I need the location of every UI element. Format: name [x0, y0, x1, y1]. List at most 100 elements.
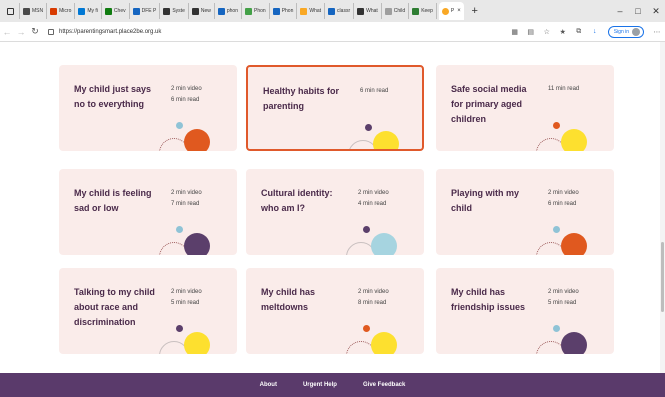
decorative-circle — [371, 233, 397, 255]
card-meta-line: 11 min read — [548, 86, 580, 92]
decorative-circle — [561, 233, 587, 255]
url-text: https://parentingsmart.place2be.org.uk — [59, 28, 162, 35]
tab-label: classr — [337, 8, 351, 14]
scrollbar[interactable] — [660, 42, 665, 373]
new-tab-icon[interactable]: + — [466, 5, 484, 17]
tab-favicon-icon — [357, 7, 365, 15]
qr-code-icon[interactable]: ▦ — [507, 28, 523, 36]
tab-label: DFE P — [141, 8, 157, 14]
tab-favicon-icon — [328, 7, 336, 15]
decorative-dot — [553, 325, 560, 332]
url-field[interactable]: https://parentingsmart.place2be.org.uk — [48, 25, 277, 39]
card-meta-line: 5 min read — [548, 300, 577, 306]
tab-label: Child — [393, 8, 406, 14]
address-bar: ← → ↻ https://parentingsmart.place2be.or… — [0, 22, 665, 42]
article-card[interactable]: Talking to my child about race and discr… — [59, 268, 237, 354]
scrollbar-thumb[interactable] — [661, 242, 664, 312]
avatar-icon — [632, 27, 641, 36]
card-title: Healthy habits for parenting — [263, 86, 340, 111]
browser-tab[interactable]: DFE P — [130, 3, 161, 19]
close-window-icon[interactable]: ✕ — [647, 6, 665, 17]
tab-favicon-icon — [272, 7, 280, 15]
download-icon[interactable]: ↓ — [587, 28, 603, 35]
browser-tab[interactable]: Chev — [102, 3, 130, 19]
more-menu-icon[interactable]: ⋯ — [649, 28, 665, 36]
card-meta-line: 2 min video — [171, 86, 202, 92]
favorites-icon[interactable]: ★ — [555, 28, 571, 36]
sign-in-button[interactable]: Sign in — [607, 25, 645, 38]
tab-actions-icon[interactable] — [4, 3, 20, 19]
card-meta-line: 6 min read — [548, 201, 577, 207]
browser-tab[interactable]: What — [354, 3, 382, 19]
decorative-dot — [363, 226, 370, 233]
collections-icon[interactable]: ⧉ — [571, 28, 587, 36]
card-title: My child just says no to everything — [74, 84, 152, 109]
tab-label: phon — [226, 8, 238, 14]
card-meta-line: 6 min read — [360, 88, 389, 94]
card-meta: 2 min video 4 min read — [358, 188, 389, 210]
article-card[interactable]: Healthy habits for parenting 6 min read — [246, 65, 424, 151]
tab-label: What — [309, 8, 322, 14]
footer-link-give-feedback[interactable]: Give Feedback — [363, 382, 405, 388]
tab-label: What — [366, 8, 378, 14]
article-card[interactable]: My child is feeling sad or low 2 min vide… — [59, 169, 237, 255]
tab-favicon-icon — [217, 7, 225, 15]
card-meta-line: 7 min read — [171, 201, 200, 207]
decorative-circle — [373, 131, 399, 149]
tab-favicon-icon — [50, 7, 58, 15]
decorative-circle — [184, 233, 210, 255]
close-tab-icon[interactable]: × — [457, 8, 461, 14]
browser-tab[interactable]: MSN — [20, 3, 48, 19]
tab-favicon-icon — [412, 7, 420, 15]
tab-favicon-icon — [300, 7, 308, 15]
reader-view-icon[interactable]: ▤ — [523, 28, 539, 36]
browser-tab[interactable]: New — [189, 3, 215, 19]
tab-label: Chev — [113, 8, 126, 14]
browser-tab[interactable]: Micro — [47, 3, 76, 19]
card-meta-line: 4 min read — [358, 201, 387, 207]
add-favorite-icon[interactable]: ☆ — [539, 28, 555, 36]
minimize-icon[interactable]: – — [611, 6, 629, 16]
card-meta: 2 min video 8 min read — [358, 287, 389, 309]
browser-tab[interactable]: My fi — [75, 3, 102, 19]
card-title: My child has friendship issues — [451, 287, 526, 312]
article-card[interactable]: My child has meltdowns 2 min video 8 min r… — [246, 268, 424, 354]
footer-link-urgent-help[interactable]: Urgent Help — [303, 382, 337, 388]
decorative-dot — [365, 124, 372, 131]
decorative-circle — [371, 332, 397, 354]
article-card[interactable]: Playing with my child 2 min video 6 min re… — [436, 169, 614, 255]
decorative-circle — [561, 332, 587, 354]
article-card[interactable]: My child has friendship issues 2 min vide… — [436, 268, 614, 354]
article-card[interactable]: My child just says no to everything 2 min… — [59, 65, 237, 151]
card-meta-line: 2 min video — [548, 190, 579, 196]
tab-label: Syste — [172, 8, 185, 14]
tab-label: Micro — [59, 8, 72, 14]
browser-tab[interactable]: Phon — [242, 3, 270, 19]
card-meta-line: 6 min read — [171, 97, 200, 103]
tab-label: Phon — [254, 8, 266, 14]
maximize-icon[interactable]: □ — [629, 6, 647, 16]
tab-bar: MSN Micro My fi Chev DFE P Syste New phon Phon Ph… — [0, 0, 665, 22]
footer-link-about[interactable]: About — [260, 382, 277, 388]
decorative-dot — [553, 122, 560, 129]
browser-tab-active[interactable]: P × — [438, 2, 464, 20]
browser-tab[interactable]: Phon — [270, 3, 298, 19]
browser-tab[interactable]: Child — [382, 3, 410, 19]
decorative-circle — [184, 332, 210, 354]
tab-label: P — [450, 8, 455, 14]
tab-favicon-icon — [104, 7, 112, 15]
back-icon[interactable]: ← — [0, 27, 14, 37]
refresh-icon[interactable]: ↻ — [28, 26, 42, 37]
browser-tab[interactable]: classr — [325, 3, 355, 19]
browser-tab[interactable]: phon — [215, 3, 242, 19]
article-card[interactable]: Cultural identity: who am I? 2 min video 4… — [246, 169, 424, 255]
browser-tab[interactable]: Keep — [409, 3, 437, 19]
card-meta: 2 min video 5 min read — [171, 287, 202, 309]
forward-icon[interactable]: → — [14, 27, 28, 37]
tab-favicon-icon — [132, 7, 140, 15]
decorative-circle — [561, 129, 587, 151]
card-title: Cultural identity: who am I? — [261, 188, 333, 213]
browser-tab[interactable]: Syste — [160, 3, 189, 19]
browser-tab[interactable]: What — [297, 3, 326, 19]
article-card[interactable]: Safe social media for primary aged child… — [436, 65, 614, 151]
